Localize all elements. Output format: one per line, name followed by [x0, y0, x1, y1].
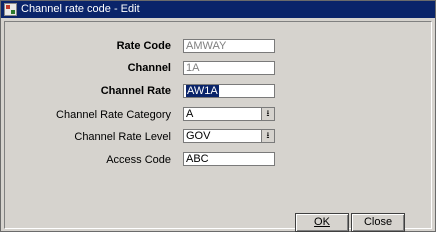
- rate-code-value: AMWAY: [186, 40, 227, 52]
- channel-rate-label: Channel Rate: [100, 85, 171, 97]
- close-button[interactable]: Close: [351, 213, 405, 232]
- channel-rate-level-label: Channel Rate Level: [74, 131, 171, 143]
- rate-code-field[interactable]: AMWAY: [183, 39, 275, 53]
- channel-rate-level-select[interactable]: GOV ⭳: [183, 129, 275, 143]
- dropdown-arrow-icon[interactable]: ⭳: [261, 108, 274, 120]
- ok-button-label: OK: [314, 216, 330, 228]
- dialog-content: Rate Code AMWAY Channel 1A Channel Rate …: [4, 21, 432, 232]
- channel-rate-selected-text: AW1A: [186, 85, 219, 97]
- channel-rate-category-value: A: [186, 108, 194, 120]
- dropdown-arrow-icon[interactable]: ⭳: [261, 130, 274, 142]
- close-button-label: Close: [363, 216, 393, 228]
- rate-code-label: Rate Code: [116, 40, 171, 52]
- channel-rate-input[interactable]: AW1A: [183, 84, 275, 98]
- channel-value: 1A: [186, 62, 200, 74]
- window-title: Channel rate code - Edit: [21, 3, 140, 15]
- channel-rate-category-select[interactable]: A ⭳: [183, 107, 275, 121]
- channel-label: Channel: [127, 62, 171, 74]
- access-code-input[interactable]: ABC: [183, 152, 275, 166]
- channel-rate-level-value: GOV: [186, 130, 211, 142]
- access-code-value: ABC: [186, 153, 209, 165]
- channel-rate-category-label: Channel Rate Category: [56, 109, 171, 121]
- access-code-label: Access Code: [106, 154, 171, 166]
- app-icon[interactable]: [4, 3, 17, 16]
- ok-button[interactable]: OK: [295, 213, 349, 232]
- channel-field[interactable]: 1A: [183, 61, 275, 75]
- title-bar[interactable]: Channel rate code - Edit: [1, 1, 435, 18]
- edit-dialog-window: Channel rate code - Edit Rate Code AMWAY…: [0, 0, 436, 232]
